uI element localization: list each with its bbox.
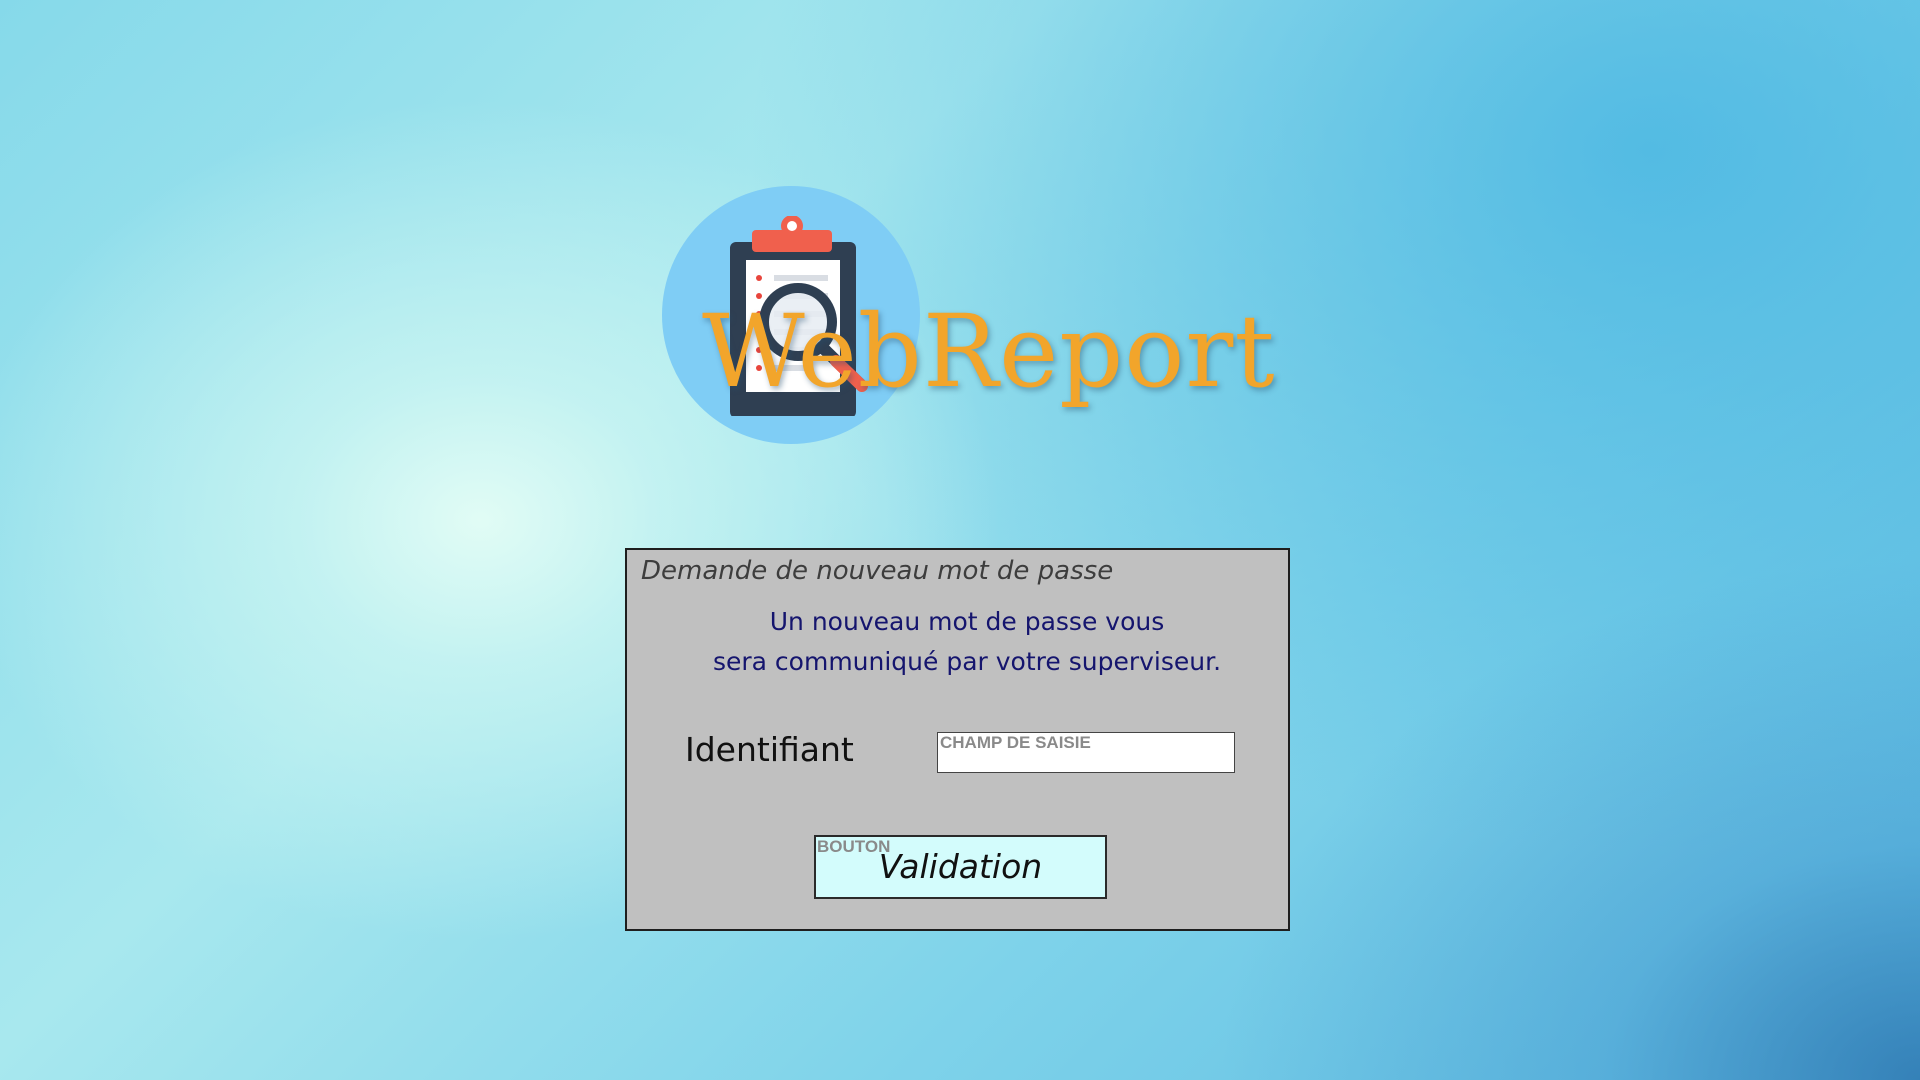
validation-button[interactable]: BOUTON Validation [814,835,1107,899]
logo-text: WebReport [702,293,1276,410]
webreport-logo: WebReport [662,186,1275,446]
validation-button-label: Validation [878,847,1043,886]
info-line-1: Un nouveau mot de passe vous [769,607,1165,636]
identifier-label: Identifiant [685,730,854,769]
identifier-input[interactable]: CHAMP DE SAISIE [937,732,1235,773]
password-request-panel: Demande de nouveau mot de passe Un nouve… [625,548,1290,931]
panel-title: Demande de nouveau mot de passe [641,556,1114,586]
input-field-tag: CHAMP DE SAISIE [940,733,1091,752]
info-message: Un nouveau mot de passe vous sera commun… [682,602,1252,682]
info-line-2: sera communiqué par votre superviseur. [712,647,1222,676]
